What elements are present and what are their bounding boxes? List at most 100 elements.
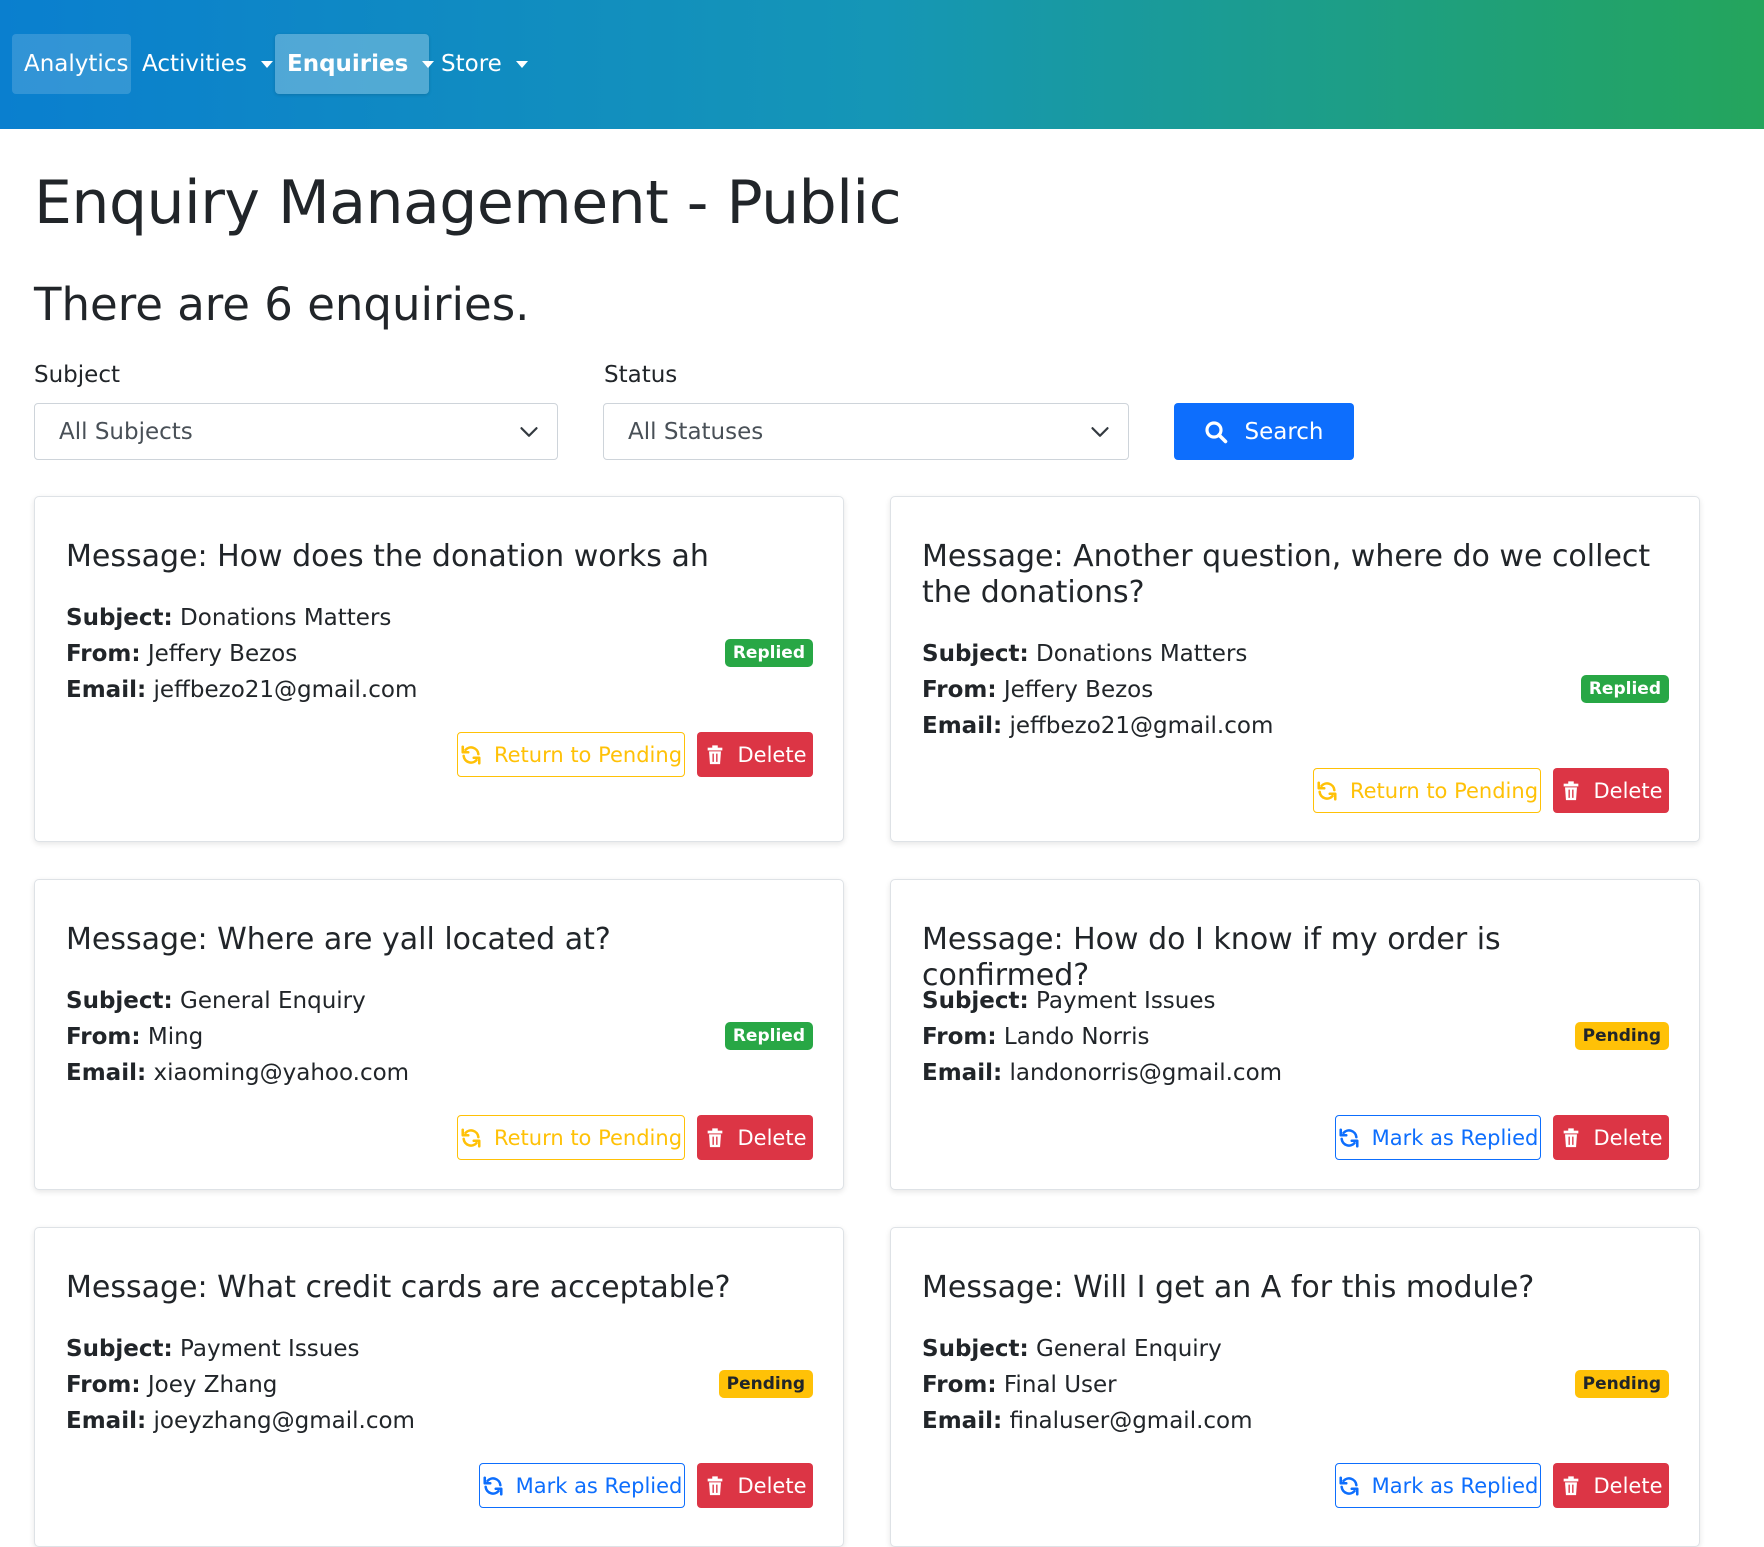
mark-as-replied-button[interactable]: Mark as Replied (1335, 1115, 1541, 1160)
field-label: Email: (66, 677, 147, 703)
enquiry-email: Email: jeffbezo21@gmail.com (66, 677, 417, 703)
subject-select[interactable]: All Subjects (34, 403, 558, 460)
nav-item-label: Store (441, 51, 502, 77)
field-label: From: (922, 1372, 997, 1398)
enquiry-from: From: Lando Norris (922, 1024, 1150, 1050)
status-badge: Replied (1580, 675, 1669, 703)
field-label: From: (66, 1024, 141, 1050)
refresh-icon (483, 1475, 503, 1496)
search-button[interactable]: Search (1174, 403, 1354, 460)
field-value: Donations Matters (1036, 641, 1248, 667)
button-label: Mark as Replied (1371, 1473, 1539, 1498)
field-label: From: (66, 641, 141, 667)
mark-as-replied-button[interactable]: Mark as Replied (479, 1463, 685, 1508)
button-label: Delete (737, 1125, 807, 1150)
status-badge: Replied (724, 1022, 813, 1050)
field-label: From: (922, 1024, 997, 1050)
field-label: Email: (922, 1060, 1003, 1086)
caret-down-icon (260, 60, 273, 68)
trash-icon (707, 1127, 722, 1147)
field-label: Email: (66, 1408, 147, 1434)
delete-button[interactable]: Delete (697, 1463, 813, 1508)
nav-item-analytics[interactable]: Analytics (12, 34, 131, 94)
status-select[interactable]: All Statuses (603, 403, 1129, 460)
chevron-down-icon (1091, 427, 1109, 437)
field-label: Subject: (922, 641, 1029, 667)
field-value: Lando Norris (1003, 1024, 1150, 1050)
refresh-icon (1339, 1127, 1359, 1148)
return-to-pending-button[interactable]: Return to Pending (457, 732, 685, 777)
delete-button[interactable]: Delete (1553, 1463, 1669, 1508)
button-label: Delete (737, 742, 807, 767)
field-value: General Enquiry (180, 988, 366, 1014)
nav-item-enquiries[interactable]: Enquiries (275, 34, 435, 94)
nav-item-store[interactable]: Store (429, 34, 540, 94)
enquiry-from: From: Jeffery Bezos (922, 677, 1153, 703)
enquiry-message: Message: How do I know if my order is co… (922, 922, 1501, 993)
enquiry-count: There are 6 enquiries. (34, 278, 530, 331)
trash-icon (707, 1475, 722, 1495)
enquiry-from: From: Ming (66, 1024, 203, 1050)
enquiry-email: Email: jeffbezo21@gmail.com (922, 713, 1273, 739)
field-label: Subject: (66, 988, 173, 1014)
trash-icon (1563, 1475, 1578, 1495)
nav-item-label: Analytics (24, 51, 129, 77)
field-value: jeffbezo21@gmail.com (153, 677, 418, 703)
field-value: finaluser@gmail.com (1009, 1408, 1253, 1434)
enquiry-subject: Subject: Donations Matters (66, 605, 391, 631)
field-value: Payment Issues (1036, 988, 1216, 1014)
enquiry-subject: Subject: General Enquiry (66, 988, 366, 1014)
mark-as-replied-button[interactable]: Mark as Replied (1335, 1463, 1541, 1508)
field-label: Email: (66, 1060, 147, 1086)
button-label: Mark as Replied (1371, 1125, 1539, 1150)
enquiry-message: Message: Will I get an A for this module… (922, 1270, 1535, 1305)
button-label: Delete (1593, 1473, 1663, 1498)
nav-item-label: Enquiries (287, 51, 409, 77)
button-label: Return to Pending (493, 1125, 683, 1150)
enquiry-from: From: Jeffery Bezos (66, 641, 297, 667)
field-label: From: (66, 1372, 141, 1398)
status-badge: Pending (1574, 1370, 1669, 1398)
enquiry-message: Message: What credit cards are acceptabl… (66, 1270, 731, 1305)
button-label: Delete (1593, 778, 1663, 803)
button-label: Return to Pending (1349, 778, 1539, 803)
enquiry-email: Email: xiaoming@yahoo.com (66, 1060, 409, 1086)
enquiry-card: Message: What credit cards are acceptabl… (34, 1227, 844, 1547)
delete-button[interactable]: Delete (697, 732, 813, 777)
delete-button[interactable]: Delete (1553, 768, 1669, 813)
button-label: Delete (1593, 1125, 1663, 1150)
trash-icon (707, 744, 722, 764)
field-value: Joey Zhang (147, 1372, 278, 1398)
field-label: Subject: (922, 988, 1029, 1014)
button-label: Mark as Replied (515, 1473, 683, 1498)
top-navbar: Analytics Activities Enquiries Store (0, 0, 1764, 129)
field-value: Final User (1003, 1372, 1117, 1398)
enquiry-email: Email: finaluser@gmail.com (922, 1408, 1253, 1434)
refresh-icon (461, 744, 481, 765)
field-value: Jeffery Bezos (1003, 677, 1154, 703)
delete-button[interactable]: Delete (697, 1115, 813, 1160)
refresh-icon (1339, 1475, 1359, 1496)
return-to-pending-button[interactable]: Return to Pending (1313, 768, 1541, 813)
field-label: Subject: (66, 605, 173, 631)
enquiry-card: Message: How do I know if my order is co… (890, 879, 1700, 1190)
enquiry-subject: Subject: Payment Issues (922, 988, 1216, 1014)
enquiry-card: Message: Will I get an A for this module… (890, 1227, 1700, 1547)
enquiry-message: Message: How does the donation works ah (66, 539, 709, 574)
chevron-down-icon (520, 427, 538, 437)
field-value: joeyzhang@gmail.com (153, 1408, 415, 1434)
button-label: Delete (737, 1473, 807, 1498)
refresh-icon (461, 1127, 481, 1148)
button-label: Return to Pending (493, 742, 683, 767)
enquiry-message: Message: Another question, where do we c… (922, 539, 1651, 610)
return-to-pending-button[interactable]: Return to Pending (457, 1115, 685, 1160)
enquiry-from: From: Joey Zhang (66, 1372, 277, 1398)
status-select-value: All Statuses (628, 418, 764, 445)
enquiry-card: Message: Where are yall located at? Subj… (34, 879, 844, 1190)
caret-down-icon (515, 60, 528, 68)
field-value: jeffbezo21@gmail.com (1009, 713, 1274, 739)
field-value: Payment Issues (180, 1336, 360, 1362)
delete-button[interactable]: Delete (1553, 1115, 1669, 1160)
nav-item-activities[interactable]: Activities (130, 34, 285, 94)
enquiry-card: Message: How does the donation works ah … (34, 496, 844, 842)
